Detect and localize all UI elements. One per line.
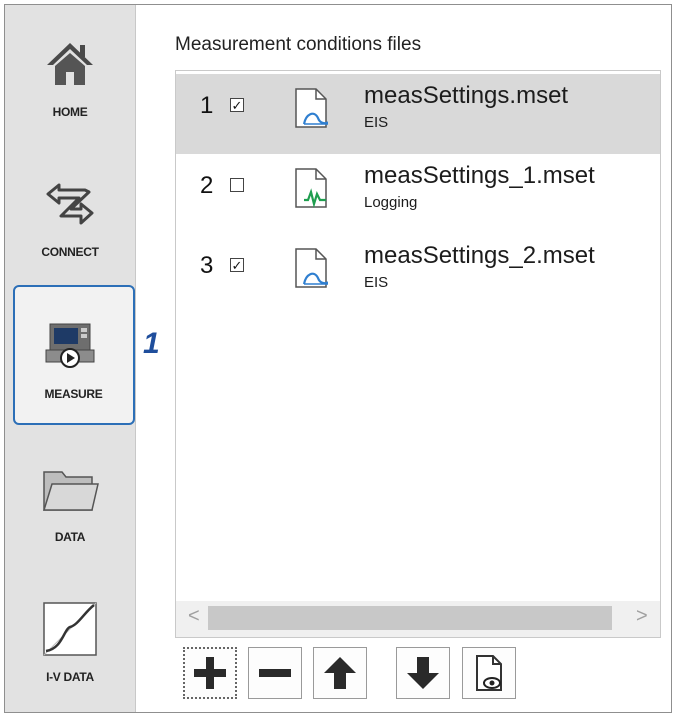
nav-iv-data[interactable]: I-V DATA — [5, 570, 135, 710]
remove-button[interactable] — [248, 647, 302, 699]
row-number: 3 — [200, 252, 214, 279]
file-type: EIS — [364, 114, 389, 131]
row-checkbox[interactable]: ✓ — [230, 258, 244, 272]
nav-home-label: HOME — [52, 105, 88, 119]
file-type: Logging — [364, 194, 418, 211]
row-checkbox[interactable]: ✓ — [230, 98, 244, 112]
minus-icon — [259, 669, 291, 677]
file-name: measSettings_2.mset — [364, 242, 595, 269]
iv-curve-icon — [35, 598, 105, 660]
scroll-left-arrow[interactable]: < — [188, 605, 200, 628]
nav-data-label: DATA — [54, 530, 86, 544]
nav-home[interactable]: HOME — [5, 5, 135, 145]
logging-file-icon — [295, 168, 327, 208]
step-callout: 1 — [143, 327, 160, 360]
file-row[interactable]: 2 measSettings_1.mset Logging — [176, 154, 660, 234]
file-row[interactable]: 1 ✓ measSettings.mset EIS — [176, 74, 660, 154]
measure-icon — [35, 315, 105, 377]
file-type: EIS — [364, 274, 389, 291]
file-name: measSettings.mset — [364, 82, 569, 109]
scroll-thumb[interactable] — [208, 606, 612, 630]
file-preview-icon — [476, 655, 502, 691]
nav-connect-label: CONNECT — [41, 245, 99, 259]
scroll-right-arrow[interactable]: > — [636, 605, 648, 628]
row-checkbox[interactable] — [230, 178, 244, 192]
plus-icon — [194, 657, 226, 689]
eis-file-icon — [295, 248, 328, 288]
file-name: measSettings_1.mset — [364, 162, 595, 189]
horizontal-scrollbar[interactable]: < > — [176, 601, 660, 637]
eis-file-icon — [295, 88, 328, 128]
nav-measure[interactable]: MEASURE — [13, 285, 135, 425]
panel-title: Measurement conditions files — [175, 34, 422, 55]
move-up-button[interactable] — [313, 647, 367, 699]
nav-connect[interactable]: CONNECT — [5, 145, 135, 285]
move-down-button[interactable] — [396, 647, 450, 699]
row-number: 1 — [200, 92, 214, 119]
nav-data[interactable]: DATA — [5, 430, 135, 570]
add-button[interactable] — [183, 647, 237, 699]
arrow-up-icon — [324, 657, 356, 689]
home-icon — [35, 33, 105, 95]
arrow-down-icon — [407, 657, 439, 689]
row-number: 2 — [200, 172, 214, 199]
nav-iv-data-label: I-V DATA — [46, 670, 94, 684]
folder-icon — [35, 458, 105, 520]
files-listbox[interactable]: 1 ✓ measSettings.mset EIS 2 measSettings… — [175, 70, 661, 638]
sidebar: HOME CONNECT MEASURE DATA I-V DATA — [5, 5, 136, 712]
connect-icon — [35, 173, 105, 235]
file-row[interactable]: 3 ✓ measSettings_2.mset EIS — [176, 234, 660, 314]
nav-measure-label: MEASURE — [44, 387, 103, 401]
preview-button[interactable] — [462, 647, 516, 699]
